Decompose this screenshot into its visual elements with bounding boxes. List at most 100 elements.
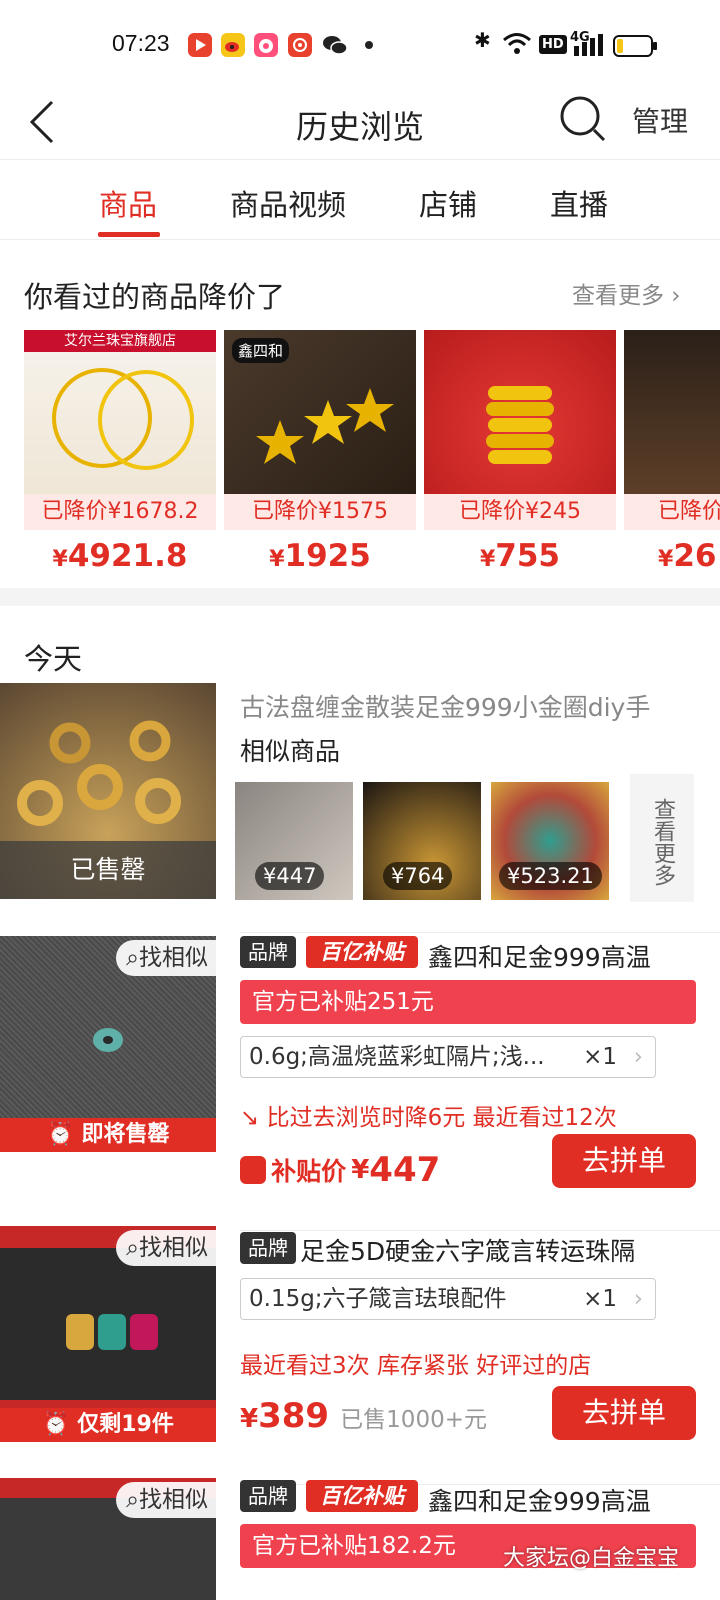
weibo-app-icon — [221, 33, 245, 57]
sku-quantity: ×1 — [583, 1044, 617, 1070]
tab-shops[interactable]: 店铺 — [419, 182, 477, 224]
brand-badge: 品牌 — [240, 936, 296, 968]
tab-bar: 商品 商品视频 店铺 直播 — [0, 160, 720, 240]
subsidy-price: 补贴价 ¥447 — [240, 1150, 440, 1190]
chevron-right-icon: › — [633, 1044, 643, 1070]
similar-product-card[interactable]: ¥447 — [235, 782, 353, 900]
price-drop-card[interactable]: 已降价¥245 ¥755 — [424, 330, 616, 574]
search-icon[interactable] — [560, 94, 612, 146]
browse-note: ↘ 比过去浏览时降6元 最近看过12次 — [240, 1105, 617, 1131]
product-image: 艾尔兰珠宝旗舰店 — [24, 330, 216, 494]
hd-badge: HD — [539, 35, 567, 54]
product-price: ¥389 已售1000+元 — [240, 1396, 487, 1436]
section-divider — [0, 588, 720, 606]
history-item[interactable]: ⌕找相似 品牌 百亿补贴 鑫四和足金999高温 官方已补贴182.2元 — [0, 1478, 720, 1600]
history-item-sold-out[interactable]: 已售罄 古法盘缠金散装足金999小金圈diy手 相似商品 ¥447 ¥764 ¥… — [0, 680, 720, 910]
similar-product-price: ¥764 — [383, 862, 453, 890]
alarm-clock-icon: ⏰ — [46, 1122, 82, 1147]
manage-button[interactable]: 管理 — [632, 100, 688, 140]
find-similar-icon: ⌕ — [126, 1487, 139, 1513]
similar-product-price: ¥447 — [255, 862, 325, 890]
status-time: 07:23 — [112, 30, 170, 56]
product-thumbnail: 已售罄 — [0, 683, 216, 899]
sku-spec-selector[interactable]: 0.15g;六子箴言珐琅配件 ×1 › — [240, 1278, 656, 1320]
current-price: ¥755 — [479, 538, 561, 574]
history-item[interactable]: ⌕找相似 ⏰ 仅剩19件 品牌 足金5D硬金六字箴言转运珠隔 0.15g;六子箴… — [0, 1226, 720, 1470]
price-drop-amount: 已降价¥1575 — [224, 494, 416, 530]
official-subsidy-banner: 官方已补贴251元 — [240, 980, 696, 1024]
red-envelope-icon — [240, 1156, 266, 1184]
product-title: 鑫四和足金999高温 — [428, 1487, 651, 1516]
product-image — [424, 330, 616, 494]
shopping-app-icon — [254, 33, 278, 57]
chevron-right-icon: › — [664, 283, 681, 309]
group-buy-button[interactable]: 去拼单 — [552, 1386, 696, 1440]
product-thumbnail: ⌕找相似 ⏰ 即将售罄 — [0, 936, 216, 1152]
product-title: 古法盘缠金散装足金999小金圈diy手 — [240, 693, 651, 722]
price-drop-section: 你看过的商品降价了 查看更多 › 艾尔兰珠宝旗舰店 已降价¥1678.2 ¥49… — [0, 240, 720, 588]
group-buy-button[interactable]: 去拼单 — [552, 1134, 696, 1188]
active-tab-indicator — [98, 232, 160, 237]
browse-note: 最近看过3次 库存紧张 好评过的店 — [240, 1353, 592, 1379]
price-drop-card[interactable]: 鑫四和 已降价¥1575 ¥1925 — [224, 330, 416, 574]
product-title: 足金5D硬金六字箴言转运珠隔 — [300, 1237, 636, 1266]
similar-product-card[interactable]: ¥523.21 — [491, 782, 609, 900]
tab-products[interactable]: 商品 — [99, 182, 157, 224]
history-item[interactable]: ⌕找相似 ⏰ 即将售罄 品牌 百亿补贴 鑫四和足金999高温 官方已补贴251元… — [0, 934, 720, 1210]
chevron-right-icon: › — [633, 1286, 643, 1312]
product-thumbnail: ⌕找相似 — [0, 1478, 216, 1600]
sku-spec: 0.6g;高温烧蓝彩虹隔片;浅... — [249, 1044, 545, 1070]
similar-product-card[interactable]: ¥764 — [363, 782, 481, 900]
view-more-link[interactable]: 查看更多 › — [572, 276, 681, 310]
stock-alert-bar: ⏰ 即将售罄 — [0, 1118, 216, 1152]
price-drop-title: 你看过的商品降价了 — [24, 280, 286, 314]
product-thumbnail: ⌕找相似 ⏰ 仅剩19件 — [0, 1226, 216, 1442]
sku-quantity: ×1 — [583, 1286, 617, 1312]
find-similar-button[interactable]: ⌕找相似 — [116, 1230, 216, 1266]
tab-product-videos[interactable]: 商品视频 — [230, 182, 346, 224]
brand-badge: 品牌 — [240, 1232, 296, 1264]
notification-dot — [365, 41, 373, 49]
stock-alert-bar: ⏰ 仅剩19件 — [0, 1408, 216, 1442]
find-similar-button[interactable]: ⌕找相似 — [116, 1482, 216, 1518]
price-drop-amount: 已降价¥245 — [424, 494, 616, 530]
wifi-icon — [502, 31, 532, 59]
price-drop-card[interactable]: 艾尔兰珠宝旗舰店 已降价¥1678.2 ¥4921.8 — [24, 330, 216, 574]
signal-icon — [572, 34, 606, 60]
sold-out-overlay: 已售罄 — [0, 841, 216, 899]
date-heading-today: 今天 — [24, 642, 83, 676]
flower-app-icon — [288, 33, 312, 57]
sku-spec-selector[interactable]: 0.6g;高温烧蓝彩虹隔片;浅... ×1 › — [240, 1036, 656, 1078]
find-similar-icon: ⌕ — [126, 945, 139, 971]
forum-watermark: 大家坛@白金宝宝 — [503, 1546, 680, 1571]
sold-count: 已售1000+元 — [340, 1407, 487, 1433]
similar-product-price: ¥523.21 — [499, 862, 602, 890]
product-image — [624, 330, 720, 494]
subsidy-logo: 百亿补贴 — [306, 1480, 418, 1512]
find-similar-button[interactable]: ⌕找相似 — [116, 940, 216, 976]
current-price: ¥4921.8 — [52, 538, 188, 574]
price-drop-card[interactable]: 已降价 ¥26 — [624, 330, 720, 570]
shop-banner: 艾尔兰珠宝旗舰店 — [24, 330, 216, 352]
sku-spec: 0.15g;六子箴言珐琅配件 — [249, 1286, 507, 1312]
find-similar-icon: ⌕ — [126, 1235, 139, 1261]
current-price: ¥26 — [658, 538, 717, 570]
video-app-icon — [188, 33, 212, 57]
brand-badge: 品牌 — [240, 1480, 296, 1512]
battery-icon — [613, 35, 659, 61]
nav-header: 历史浏览 管理 — [0, 86, 720, 160]
price-drop-amount: 已降价 — [624, 494, 720, 530]
divider — [240, 932, 720, 933]
view-more-similar-button[interactable]: 查看更多 — [630, 774, 694, 902]
product-image: 鑫四和 — [224, 330, 416, 494]
gold-ring-stack-image — [486, 386, 554, 464]
tab-live[interactable]: 直播 — [550, 182, 608, 224]
subsidy-logo: 百亿补贴 — [306, 936, 418, 968]
alarm-clock-icon: ⏰ — [42, 1412, 78, 1437]
page-title: 历史浏览 — [295, 108, 424, 146]
current-price: ¥1925 — [269, 538, 371, 574]
status-bar: 07:23 ✱ HD 4G — [0, 0, 720, 86]
gold-hoop-earrings-image — [52, 368, 194, 470]
gold-star-beads-image — [256, 388, 394, 464]
view-more-label: 查看更多 — [572, 283, 664, 309]
